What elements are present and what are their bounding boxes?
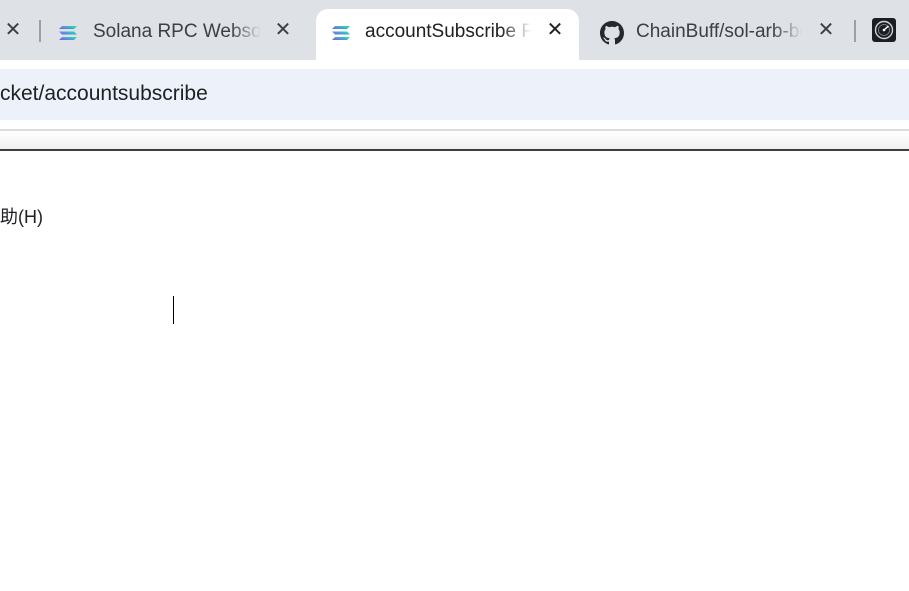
- speedometer-icon: [872, 18, 896, 42]
- close-icon: ✕: [817, 19, 835, 41]
- tab-title: Solana RPC Websocket: [93, 21, 261, 42]
- tab-speedometer[interactable]: [860, 9, 909, 60]
- browser-toolbar: cket/accountsubscribe: [0, 60, 909, 130]
- address-bar[interactable]: cket/accountsubscribe: [0, 69, 909, 120]
- tab-separator: [39, 20, 41, 42]
- tab-close-button[interactable]: ✕: [813, 17, 839, 43]
- close-icon: ✕: [274, 19, 292, 41]
- window-border: [0, 149, 909, 151]
- menu-item-help[interactable]: 助(H): [0, 203, 43, 229]
- tab-strip: ✕ Solana RPC Websocket ✕: [0, 0, 909, 60]
- window-frame: [0, 131, 909, 149]
- tab-title: ChainBuff/sol-arb-bot: [636, 21, 802, 42]
- address-bar-url[interactable]: cket/accountsubscribe: [0, 82, 208, 106]
- tab-close-button[interactable]: ✕: [542, 17, 568, 43]
- tab-chainbuff-sol-arb-bot[interactable]: ChainBuff/sol-arb-bot ✕: [586, 9, 848, 60]
- tab-close-button[interactable]: ✕: [0, 17, 26, 43]
- solana-icon: [59, 26, 77, 40]
- tab-separator: [854, 20, 856, 42]
- tab-close-button[interactable]: ✕: [270, 17, 296, 43]
- tab-solana-rpc-websocket[interactable]: Solana RPC Websocket ✕: [44, 9, 314, 60]
- close-icon: ✕: [4, 19, 22, 41]
- tab-title: accountSubscribe RPC: [365, 21, 531, 42]
- close-icon: ✕: [546, 19, 564, 41]
- text-caret: [173, 296, 174, 324]
- solana-icon: [332, 26, 350, 40]
- github-icon: [600, 21, 624, 45]
- tab-account-subscribe[interactable]: accountSubscribe RPC ✕: [316, 9, 579, 60]
